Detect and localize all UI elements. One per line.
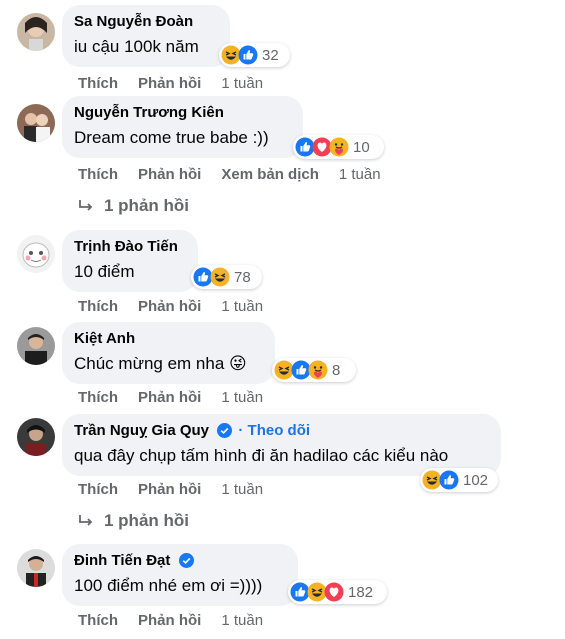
comment-actions: Thích Phản hồi Xem bản dịch 1 tuần <box>78 166 381 183</box>
reply-arrow-icon <box>79 515 93 526</box>
comment-bubble: Sa Nguyễn Đoàn iu cậu 100k năm <box>62 5 230 67</box>
avatar[interactable] <box>17 104 55 142</box>
reply-arrow-icon <box>79 200 93 211</box>
reply-button[interactable]: Phản hồi <box>138 75 201 92</box>
like-reaction-icon <box>238 45 258 65</box>
commenter-name[interactable]: Kiệt Anh <box>74 330 263 348</box>
care-reaction-icon <box>308 360 328 380</box>
see-translation-button[interactable]: Xem bản dịch <box>221 166 319 183</box>
replies-count: 1 phản hồi <box>104 511 189 530</box>
replies-count: 1 phản hồi <box>104 196 189 215</box>
commenter-name[interactable]: Nguyễn Trương Kiên <box>74 104 291 122</box>
comment-text: qua đây chụp tấm hình đi ăn hadilao các … <box>74 446 449 465</box>
verified-badge-icon <box>217 423 233 438</box>
comment-text: Chúc mừng em nha 😜 <box>74 354 247 373</box>
commenter-name-text[interactable]: Đinh Tiến Đạt <box>74 552 170 569</box>
comment-text: 100 điểm nhé em ơi =)))) <box>74 576 263 595</box>
like-button[interactable]: Thích <box>78 75 118 92</box>
comment-bubble: Nguyễn Trương Kiên Dream come true babe … <box>62 96 303 158</box>
care-reaction-icon <box>329 137 349 157</box>
avatar[interactable] <box>17 327 55 365</box>
reaction-count: 32 <box>262 46 279 64</box>
timestamp[interactable]: 1 tuần <box>221 612 263 629</box>
reaction-summary[interactable]: 78 <box>191 265 262 289</box>
reaction-summary[interactable]: 8 <box>272 358 356 382</box>
like-button[interactable]: Thích <box>78 612 118 629</box>
reaction-count: 78 <box>234 268 251 286</box>
comment-text: Dream come true babe :)) <box>74 128 269 147</box>
comment-bubble: Trịnh Đào Tiến 10 điểm <box>62 230 198 292</box>
avatar[interactable] <box>17 13 55 51</box>
reply-button[interactable]: Phản hồi <box>138 166 201 183</box>
comment-actions: Thích Phản hồi 1 tuần <box>78 75 263 92</box>
avatar[interactable] <box>17 549 55 587</box>
reply-button[interactable]: Phản hồi <box>138 481 201 498</box>
avatar[interactable] <box>17 235 55 273</box>
comment-actions: Thích Phản hồi 1 tuần <box>78 481 263 498</box>
timestamp[interactable]: 1 tuần <box>339 166 381 183</box>
verified-badge-icon <box>178 553 194 568</box>
like-button[interactable]: Thích <box>78 166 118 183</box>
reaction-count: 102 <box>463 471 489 489</box>
comment-actions: Thích Phản hồi 1 tuần <box>78 298 263 315</box>
timestamp[interactable]: 1 tuần <box>221 75 263 92</box>
haha-reaction-icon <box>210 267 230 287</box>
comment-text: iu cậu 100k năm <box>74 37 199 56</box>
reaction-summary[interactable]: 182 <box>288 580 387 604</box>
comment-bubble: Trần Nguỵ Gia Quy · Theo dõi qua đây chụ… <box>62 414 501 476</box>
reaction-count: 182 <box>348 583 374 601</box>
follow-button[interactable]: · Theo dõi <box>238 422 310 439</box>
reaction-count: 10 <box>353 138 370 156</box>
reaction-summary[interactable]: 102 <box>420 468 498 492</box>
commenter-name-text[interactable]: Trần Nguỵ Gia Quy <box>74 422 209 439</box>
comment-actions: Thích Phản hồi 1 tuần <box>78 612 263 629</box>
reply-button[interactable]: Phản hồi <box>138 389 201 406</box>
timestamp[interactable]: 1 tuần <box>221 481 263 498</box>
comment-text: 10 điểm <box>74 262 135 281</box>
like-reaction-icon <box>439 470 459 490</box>
reply-button[interactable]: Phản hồi <box>138 298 201 315</box>
avatar[interactable] <box>17 418 55 456</box>
view-replies-button[interactable]: 1 phản hồi <box>78 196 189 216</box>
love-reaction-icon <box>324 582 344 602</box>
like-button[interactable]: Thích <box>78 298 118 315</box>
timestamp[interactable]: 1 tuần <box>221 298 263 315</box>
commenter-name[interactable]: Đinh Tiến Đạt <box>74 552 286 570</box>
timestamp[interactable]: 1 tuần <box>221 389 263 406</box>
commenter-name[interactable]: Sa Nguyễn Đoàn <box>74 13 218 31</box>
comment-actions: Thích Phản hồi 1 tuần <box>78 389 263 406</box>
like-button[interactable]: Thích <box>78 481 118 498</box>
view-replies-button[interactable]: 1 phản hồi <box>78 511 189 531</box>
reaction-count: 8 <box>332 361 341 379</box>
reaction-summary[interactable]: 10 <box>293 135 384 159</box>
commenter-name[interactable]: Trần Nguỵ Gia Quy · Theo dõi <box>74 422 489 440</box>
reply-button[interactable]: Phản hồi <box>138 612 201 629</box>
reaction-summary[interactable]: 32 <box>219 43 290 67</box>
comment-bubble: Đinh Tiến Đạt 100 điểm nhé em ơi =)))) <box>62 544 298 606</box>
like-button[interactable]: Thích <box>78 389 118 406</box>
commenter-name[interactable]: Trịnh Đào Tiến <box>74 238 186 256</box>
comment-bubble: Kiệt Anh Chúc mừng em nha 😜 <box>62 322 275 384</box>
